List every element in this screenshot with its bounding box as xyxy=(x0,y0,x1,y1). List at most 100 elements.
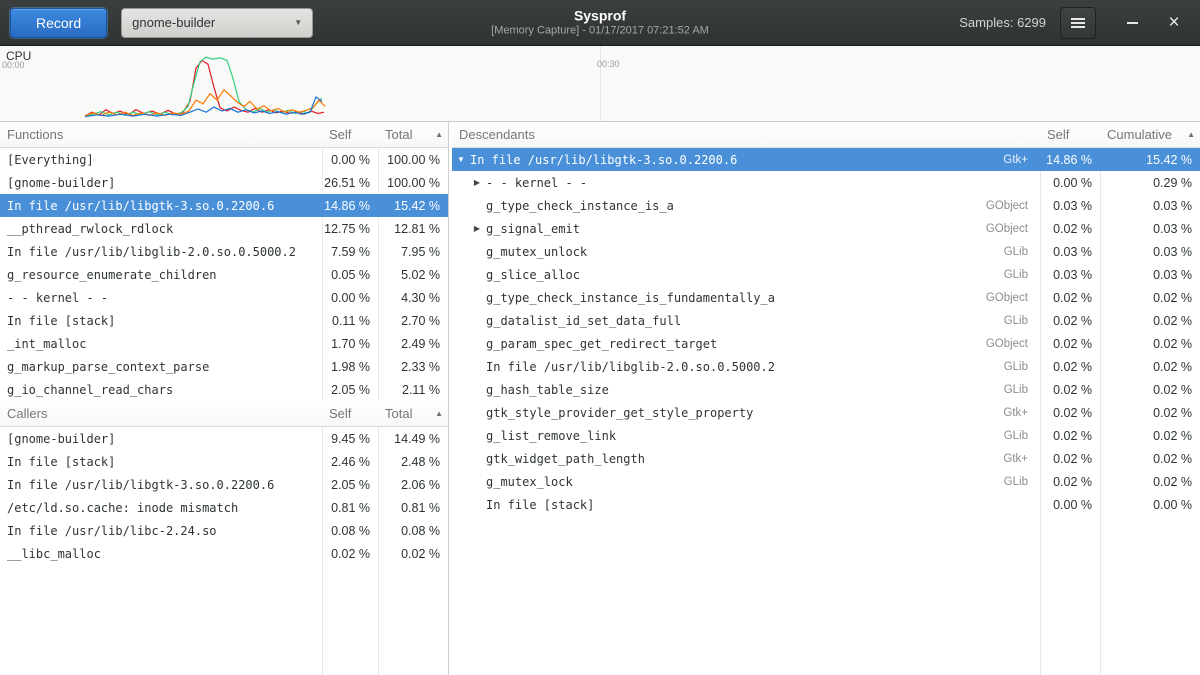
self-percent-cell: 0.02 % xyxy=(1040,383,1100,397)
hamburger-icon xyxy=(1071,18,1085,28)
table-row[interactable]: _int_malloc1.70 %2.49 % xyxy=(0,332,448,355)
column-label: Total xyxy=(385,127,412,142)
table-row[interactable]: g_resource_enumerate_children0.05 %5.02 … xyxy=(0,263,448,286)
table-row[interactable]: g_datalist_id_set_data_fullGLib0.02 %0.0… xyxy=(452,309,1200,332)
function-name-cell: __libc_malloc xyxy=(0,547,322,561)
column-header-callers[interactable]: Callers xyxy=(0,401,322,426)
function-name-cell: g_param_spec_get_redirect_target xyxy=(486,337,717,351)
tree-cell: g_datalist_id_set_data_fullGLib xyxy=(452,314,1040,328)
close-icon: × xyxy=(1168,12,1179,34)
function-name-cell: g_signal_emit xyxy=(486,222,580,236)
table-row[interactable]: g_param_spec_get_redirect_targetGObject0… xyxy=(452,332,1200,355)
table-row[interactable]: g_mutex_lockGLib0.02 %0.02 % xyxy=(452,470,1200,493)
table-row[interactable]: In file /usr/lib/libglib-2.0.so.0.5000.2… xyxy=(452,355,1200,378)
column-label: Functions xyxy=(7,127,63,142)
total-percent-cell: 2.48 % xyxy=(378,455,448,469)
column-label: Self xyxy=(329,406,351,421)
table-row[interactable]: g_type_check_instance_is_fundamentally_a… xyxy=(452,286,1200,309)
sort-indicator-icon: ▲ xyxy=(435,409,448,418)
table-row[interactable]: [Everything]0.00 %100.00 % xyxy=(0,148,448,171)
self-percent-cell: 14.86 % xyxy=(322,199,378,213)
minimize-button[interactable] xyxy=(1118,9,1146,37)
capture-subtitle: [Memory Capture] - 01/17/2017 07:21:52 A… xyxy=(491,24,709,38)
expander-open-icon[interactable]: ▼ xyxy=(452,155,470,164)
function-name-cell: - - kernel - - xyxy=(0,291,322,305)
table-row[interactable]: gtk_widget_path_lengthGtk+0.02 %0.02 % xyxy=(452,447,1200,470)
table-row[interactable]: ▼In file /usr/lib/libgtk-3.so.0.2200.6Gt… xyxy=(452,148,1200,171)
cpu-timeline-panel[interactable]: CPU 00:00 00:30 xyxy=(0,46,1200,122)
expander-closed-icon[interactable]: ▶ xyxy=(468,224,486,233)
column-header-total[interactable]: Total ▲ xyxy=(378,122,448,147)
table-row[interactable]: g_markup_parse_context_parse1.98 %2.33 % xyxy=(0,355,448,378)
column-header-descendants[interactable]: Descendants xyxy=(452,122,1040,147)
total-percent-cell: 12.81 % xyxy=(378,222,448,236)
table-row[interactable]: __libc_malloc0.02 %0.02 % xyxy=(0,542,448,565)
table-row[interactable]: [gnome-builder]26.51 %100.00 % xyxy=(0,171,448,194)
table-row[interactable]: In file [stack]2.46 %2.48 % xyxy=(0,450,448,473)
function-name-cell: g_hash_table_size xyxy=(486,383,609,397)
minimize-icon xyxy=(1127,22,1138,24)
cpu-series-cpu-blue xyxy=(85,97,322,117)
functions-table-header: Functions Self Total ▲ xyxy=(0,122,448,148)
table-row[interactable]: g_io_channel_read_chars2.05 %2.11 % xyxy=(0,378,448,401)
table-row[interactable]: g_mutex_unlockGLib0.03 %0.03 % xyxy=(452,240,1200,263)
table-row[interactable]: In file /usr/lib/libglib-2.0.so.0.5000.2… xyxy=(0,240,448,263)
table-row[interactable]: In file /usr/lib/libgtk-3.so.0.2200.614.… xyxy=(0,194,448,217)
cpu-graph[interactable] xyxy=(0,46,1200,121)
self-percent-cell: 12.75 % xyxy=(322,222,378,236)
cumulative-percent-cell: 0.03 % xyxy=(1100,199,1200,213)
column-header-self[interactable]: Self xyxy=(322,401,378,426)
table-row[interactable]: gtk_style_provider_get_style_propertyGtk… xyxy=(452,401,1200,424)
title-block: Sysprof [Memory Capture] - 01/17/2017 07… xyxy=(491,7,709,38)
self-percent-cell: 7.59 % xyxy=(322,245,378,259)
tree-cell: g_param_spec_get_redirect_targetGObject xyxy=(452,337,1040,351)
total-percent-cell: 15.42 % xyxy=(378,199,448,213)
column-separator xyxy=(1040,122,1041,675)
column-header-total[interactable]: Total ▲ xyxy=(378,401,448,426)
menu-button[interactable] xyxy=(1060,7,1096,39)
library-category-label: GLib xyxy=(1004,315,1040,327)
column-label: Self xyxy=(1047,127,1069,142)
target-process-dropdown[interactable]: gnome-builder ▼ xyxy=(121,8,313,38)
table-row[interactable]: In file [stack]0.11 %2.70 % xyxy=(0,309,448,332)
table-row[interactable]: - - kernel - -0.00 %4.30 % xyxy=(0,286,448,309)
table-row[interactable]: In file /usr/lib/libc-2.24.so0.08 %0.08 … xyxy=(0,519,448,542)
cumulative-percent-cell: 0.29 % xyxy=(1100,176,1200,190)
column-header-self[interactable]: Self xyxy=(322,122,378,147)
table-row[interactable]: g_hash_table_sizeGLib0.02 %0.02 % xyxy=(452,378,1200,401)
table-row[interactable]: In file /usr/lib/libgtk-3.so.0.2200.62.0… xyxy=(0,473,448,496)
table-row[interactable]: ▶g_signal_emitGObject0.02 %0.03 % xyxy=(452,217,1200,240)
function-name-cell: gtk_style_provider_get_style_property xyxy=(486,406,753,420)
column-header-cumulative[interactable]: Cumulative ▲ xyxy=(1100,122,1200,147)
table-row[interactable]: __pthread_rwlock_rdlock12.75 %12.81 % xyxy=(0,217,448,240)
library-category-label: GLib xyxy=(1004,246,1040,258)
table-row[interactable]: ▶- - kernel - -0.00 %0.29 % xyxy=(452,171,1200,194)
function-name-cell: In file [stack] xyxy=(0,314,322,328)
table-row[interactable]: g_slice_allocGLib0.03 %0.03 % xyxy=(452,263,1200,286)
expander-closed-icon[interactable]: ▶ xyxy=(468,178,486,187)
record-button[interactable]: Record xyxy=(10,8,107,38)
total-percent-cell: 7.95 % xyxy=(378,245,448,259)
self-percent-cell: 0.00 % xyxy=(322,291,378,305)
self-percent-cell: 0.02 % xyxy=(1040,222,1100,236)
self-percent-cell: 0.03 % xyxy=(1040,245,1100,259)
total-percent-cell: 100.00 % xyxy=(378,153,448,167)
close-button[interactable]: × xyxy=(1160,9,1188,37)
functions-table-body: [Everything]0.00 %100.00 %[gnome-builder… xyxy=(0,148,448,401)
self-percent-cell: 1.70 % xyxy=(322,337,378,351)
cumulative-percent-cell: 0.02 % xyxy=(1100,406,1200,420)
column-header-self[interactable]: Self xyxy=(1040,122,1100,147)
table-row[interactable]: In file [stack]0.00 %0.00 % xyxy=(452,493,1200,516)
library-category-label: Gtk+ xyxy=(1003,453,1040,465)
self-percent-cell: 0.00 % xyxy=(1040,176,1100,190)
table-row[interactable]: /etc/ld.so.cache: inode mismatch0.81 %0.… xyxy=(0,496,448,519)
table-row[interactable]: g_list_remove_linkGLib0.02 %0.02 % xyxy=(452,424,1200,447)
table-row[interactable]: g_type_check_instance_is_aGObject0.03 %0… xyxy=(452,194,1200,217)
cumulative-percent-cell: 15.42 % xyxy=(1100,153,1200,167)
column-header-functions[interactable]: Functions xyxy=(0,122,322,147)
self-percent-cell: 2.05 % xyxy=(322,383,378,397)
cumulative-percent-cell: 0.02 % xyxy=(1100,360,1200,374)
function-name-cell: g_type_check_instance_is_fundamentally_a xyxy=(486,291,775,305)
function-name-cell: g_resource_enumerate_children xyxy=(0,268,322,282)
table-row[interactable]: [gnome-builder]9.45 %14.49 % xyxy=(0,427,448,450)
